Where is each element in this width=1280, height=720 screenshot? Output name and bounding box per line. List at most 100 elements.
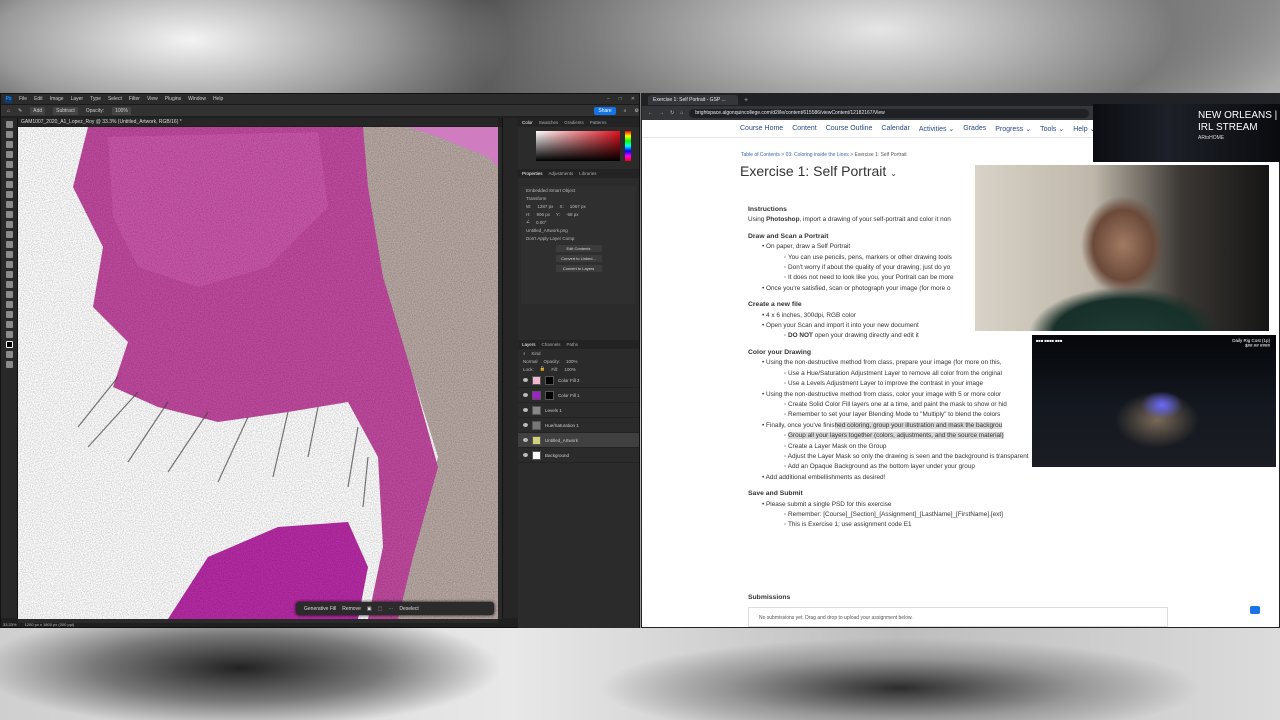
pen-tool-icon[interactable] bbox=[5, 271, 13, 278]
tab-paths[interactable]: Paths bbox=[567, 342, 579, 347]
minimize-icon[interactable]: – bbox=[607, 96, 610, 102]
fill-field[interactable]: 100% bbox=[564, 367, 576, 372]
hand-tool-icon[interactable] bbox=[5, 311, 13, 318]
nav-calendar[interactable]: Calendar bbox=[881, 125, 909, 132]
layer-mask-thumbnail[interactable] bbox=[545, 390, 554, 400]
close-icon[interactable]: ✕ bbox=[631, 96, 635, 102]
tab-patterns[interactable]: Patterns bbox=[590, 120, 607, 125]
convert-linked-button[interactable]: Convert to Linked... bbox=[555, 255, 602, 262]
menu-image[interactable]: Image bbox=[50, 96, 64, 102]
menu-window[interactable]: Window bbox=[188, 96, 206, 102]
forward-icon[interactable]: → bbox=[659, 110, 664, 116]
x-field[interactable]: 1067 px bbox=[570, 204, 586, 209]
y-field[interactable]: -58 px bbox=[566, 212, 579, 217]
layer-mask-thumbnail[interactable] bbox=[545, 375, 554, 385]
nav-grades[interactable]: Grades bbox=[963, 125, 986, 132]
zoom-level[interactable]: 33.33% bbox=[3, 622, 17, 627]
brush-tool-icon[interactable] bbox=[5, 201, 13, 208]
nav-content[interactable]: Content bbox=[792, 125, 817, 132]
color-picker-field[interactable] bbox=[536, 131, 620, 161]
move-tool-icon[interactable] bbox=[5, 121, 13, 128]
convert-layers-button[interactable]: Convert to Layers bbox=[555, 265, 602, 272]
reload-icon[interactable]: ↻ bbox=[670, 110, 674, 116]
tab-channels[interactable]: Channels bbox=[542, 342, 561, 347]
home-icon[interactable]: ⌂ bbox=[7, 108, 10, 114]
menu-select[interactable]: Select bbox=[108, 96, 122, 102]
remove-button[interactable]: Remove bbox=[342, 606, 361, 612]
generative-fill-button[interactable]: Generative Fill bbox=[304, 606, 336, 612]
tab-properties[interactable]: Properties bbox=[522, 171, 543, 176]
height-field[interactable]: 906 px bbox=[537, 212, 551, 217]
screen-mode-icon[interactable] bbox=[5, 361, 13, 368]
quick-mask-icon[interactable] bbox=[5, 351, 13, 358]
new-tab-icon[interactable]: + bbox=[744, 97, 748, 104]
menu-type[interactable]: Type bbox=[90, 96, 101, 102]
visibility-eye-icon[interactable] bbox=[523, 438, 528, 442]
upload-dropzone[interactable]: No submissions yet. Drag and drop to upl… bbox=[748, 607, 1168, 627]
chat-icon[interactable] bbox=[1250, 606, 1260, 614]
search-icon[interactable]: ⌕ bbox=[624, 108, 627, 114]
lasso-tool-icon[interactable] bbox=[5, 141, 13, 148]
more-tools-icon[interactable] bbox=[5, 331, 13, 338]
lock-icon[interactable]: 🔒 bbox=[540, 366, 546, 372]
dodge-tool-icon[interactable] bbox=[5, 261, 13, 268]
visibility-eye-icon[interactable] bbox=[523, 378, 528, 382]
home-icon[interactable]: ⌂ bbox=[680, 110, 683, 116]
more-icon[interactable]: ⋯ bbox=[388, 606, 393, 612]
mask-icon[interactable]: ▣ bbox=[367, 606, 372, 612]
eraser-tool-icon[interactable] bbox=[5, 231, 13, 238]
select-tool-icon[interactable] bbox=[5, 151, 13, 158]
blend-mode-select[interactable]: Normal bbox=[523, 359, 538, 364]
edit-contents-button[interactable]: Edit Contents bbox=[555, 245, 602, 252]
layer-row[interactable]: Color Fill 2 bbox=[518, 373, 639, 388]
transform-icon[interactable]: ⬚ bbox=[378, 606, 383, 612]
tab-layers[interactable]: Layers bbox=[522, 342, 536, 347]
maximize-icon[interactable]: □ bbox=[619, 96, 622, 102]
chevron-down-icon[interactable]: ⌄ bbox=[890, 169, 897, 178]
zoom-tool-icon[interactable] bbox=[5, 321, 13, 328]
menu-file[interactable]: File bbox=[19, 96, 27, 102]
stamp-tool-icon[interactable] bbox=[5, 211, 13, 218]
angle-field[interactable]: 0.00° bbox=[536, 220, 547, 225]
mode-subtract-button[interactable]: Subtract bbox=[53, 106, 78, 115]
browser-tab[interactable]: Exercise 1: Self Portrait - GSP ... bbox=[648, 95, 738, 105]
opacity-field[interactable]: 100% bbox=[112, 106, 131, 115]
tab-swatches[interactable]: Swatches bbox=[539, 120, 559, 125]
back-icon[interactable]: ← bbox=[648, 110, 653, 116]
blur-tool-icon[interactable] bbox=[5, 251, 13, 258]
tab-adjustments[interactable]: Adjustments bbox=[549, 171, 574, 176]
healing-tool-icon[interactable] bbox=[5, 191, 13, 198]
nav-tools[interactable]: Tools ⌄ bbox=[1040, 125, 1064, 133]
crop-tool-icon[interactable] bbox=[5, 161, 13, 168]
hue-slider[interactable] bbox=[625, 131, 631, 161]
visibility-eye-icon[interactable] bbox=[523, 453, 528, 457]
history-brush-icon[interactable] bbox=[5, 221, 13, 228]
eyedropper-tool-icon[interactable] bbox=[5, 181, 13, 188]
visibility-eye-icon[interactable] bbox=[523, 393, 528, 397]
artwork-canvas[interactable] bbox=[18, 127, 498, 619]
gear-icon[interactable]: ⚙ bbox=[635, 108, 639, 114]
breadcrumb-toc[interactable]: Table of Contents bbox=[741, 152, 780, 158]
layer-row[interactable]: Levels 1 bbox=[518, 403, 639, 418]
url-field[interactable]: brightspace.algonquincollege.com/d2l/le/… bbox=[689, 108, 1090, 118]
tab-color[interactable]: Color bbox=[522, 120, 533, 125]
menu-plugins[interactable]: Plugins bbox=[165, 96, 181, 102]
breadcrumb-module[interactable]: 03: Coloring inside the Lines bbox=[786, 152, 849, 158]
nav-course-home[interactable]: Course Home bbox=[740, 125, 783, 132]
layer-row[interactable]: Hue/Saturation 1 bbox=[518, 418, 639, 433]
shape-tool-icon[interactable] bbox=[5, 301, 13, 308]
brush-tool-icon[interactable]: ✎ bbox=[18, 108, 22, 114]
path-select-icon[interactable] bbox=[5, 291, 13, 298]
layer-comp-select[interactable]: Don't Apply Layer Comp bbox=[521, 234, 636, 242]
layer-row[interactable]: Background bbox=[518, 448, 639, 463]
layer-opacity-field[interactable]: 100% bbox=[566, 359, 578, 364]
nav-activities[interactable]: Activities ⌄ bbox=[919, 125, 954, 133]
layer-kind-filter[interactable]: Kind bbox=[532, 351, 541, 356]
document-tab[interactable]: GAM1007_2020_A1_Lopez_Roy @ 33.3% (Untit… bbox=[18, 118, 498, 126]
page-title[interactable]: Exercise 1: Self Portrait ⌄ bbox=[740, 163, 897, 179]
layer-row[interactable]: Untitled_Artwork bbox=[518, 433, 639, 448]
frame-tool-icon[interactable] bbox=[5, 171, 13, 178]
type-tool-icon[interactable] bbox=[5, 281, 13, 288]
tab-gradients[interactable]: Gradients bbox=[564, 120, 584, 125]
deselect-button[interactable]: Deselect bbox=[399, 606, 418, 612]
